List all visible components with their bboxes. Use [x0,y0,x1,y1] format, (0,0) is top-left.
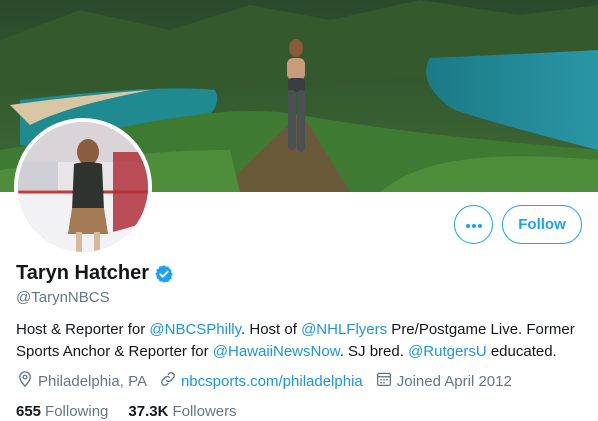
profile-name-row: Taryn Hatcher [16,262,174,285]
bio-text: . Host of [241,321,302,338]
following-label: Following [45,403,109,420]
following-link[interactable]: 655 Following [16,403,108,420]
follow-button-label: Follow [518,216,566,233]
mention-link[interactable]: @RutgersU [408,343,487,360]
location: Philadelphia, PA [16,370,147,392]
location-pin-icon [16,370,38,392]
mention-link[interactable]: @HawaiiNewsNow [213,343,340,360]
more-options-button[interactable] [454,205,493,244]
calendar-icon [375,370,397,392]
location-text: Philadelphia, PA [38,372,147,390]
mention-link[interactable]: @NHLFlyers [301,321,387,338]
bio-text: . SJ bred. [339,343,409,360]
join-date: Joined April 2012 [375,370,512,392]
bio-text: Host & Reporter for [16,321,150,338]
website: nbcsports.com/philadelphia [159,370,363,392]
link-icon [159,370,181,392]
followers-label: Followers [172,403,237,420]
verified-badge-icon [154,264,174,284]
website-link[interactable]: nbcsports.com/philadelphia [181,373,363,390]
following-count: 655 [16,403,42,420]
profile-handle: @TarynNBCS [16,289,110,306]
profile-stats: 655 Following 37.3K Followers [16,403,257,420]
profile-avatar[interactable] [14,118,152,256]
display-name: Taryn Hatcher [16,262,150,284]
avatar-image [18,122,148,252]
join-date-text: Joined April 2012 [396,372,512,390]
profile-meta: Philadelphia, PA nbcsports.com/philadelp… [16,370,524,392]
follow-button[interactable]: Follow [502,205,582,244]
followers-count: 37.3K [128,403,169,420]
followers-link[interactable]: 37.3K Followers [128,403,236,420]
profile-bio: Host & Reporter for @NBCSPhilly. Host of… [16,319,588,363]
mention-link[interactable]: @NBCSPhilly [149,321,241,338]
more-horizontal-icon [465,216,483,234]
bio-text: educated. [486,343,557,360]
